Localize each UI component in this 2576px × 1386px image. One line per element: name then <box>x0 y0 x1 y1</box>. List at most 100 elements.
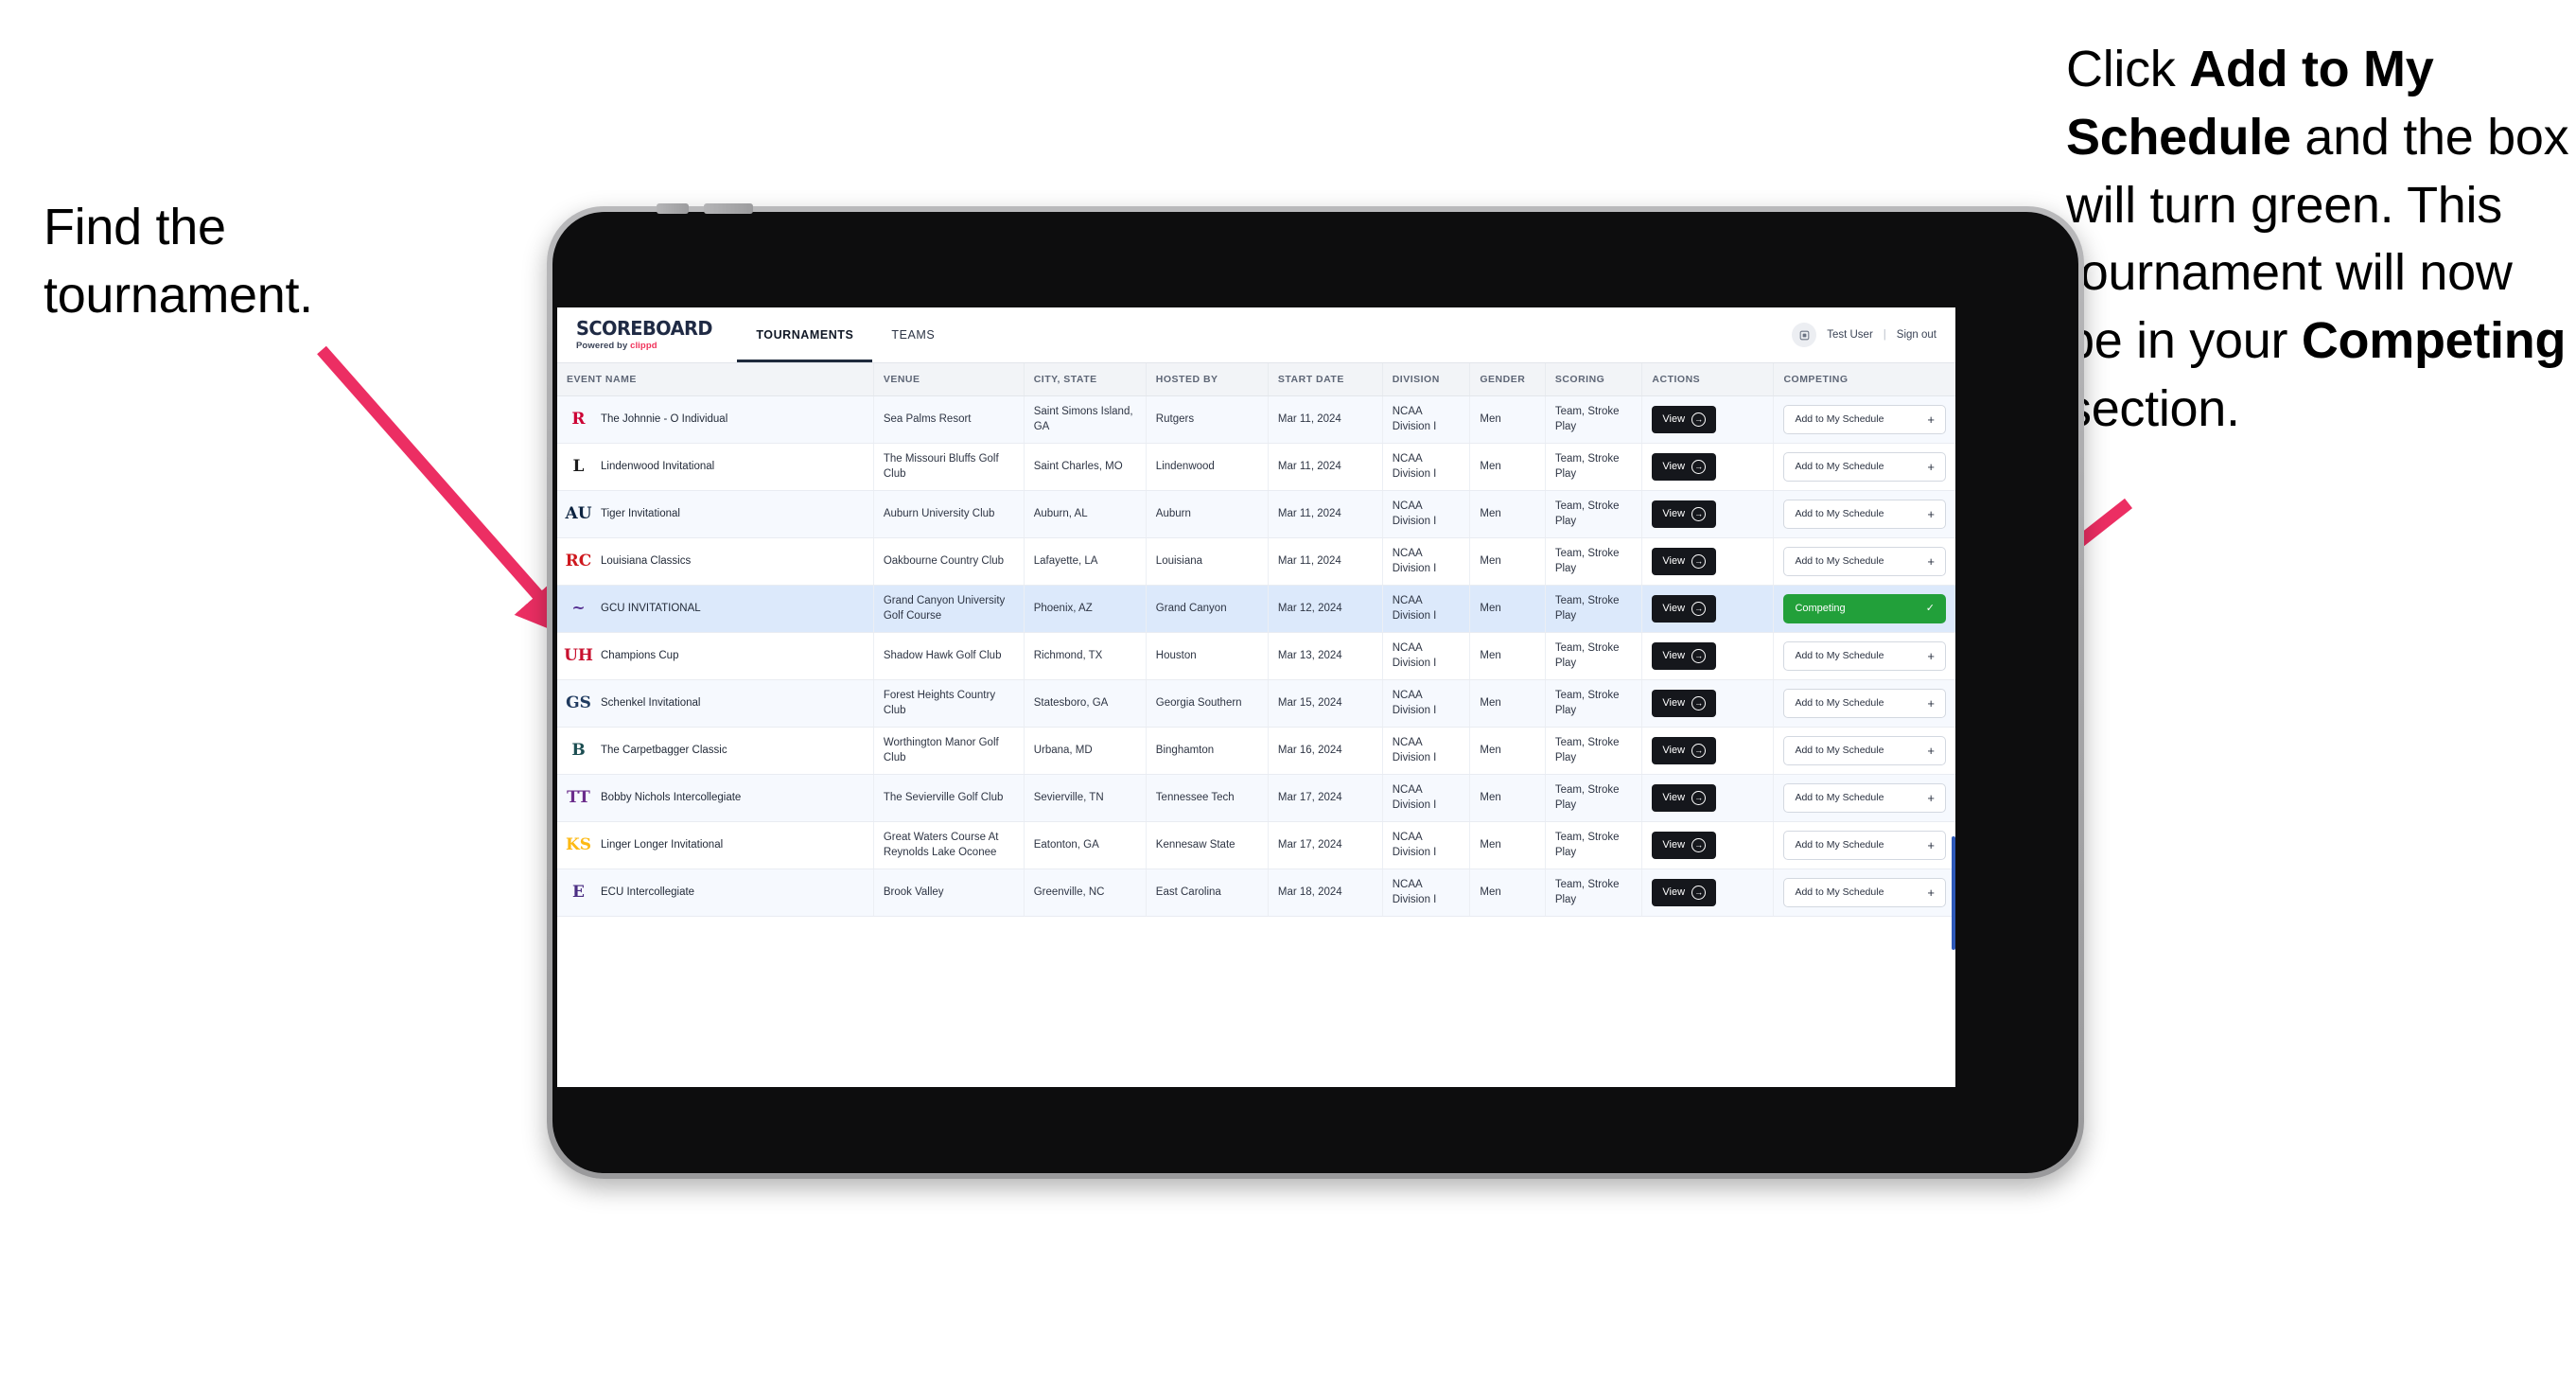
team-logo-icon: R <box>571 410 586 429</box>
user-name[interactable]: Test User <box>1827 329 1873 341</box>
cell-division: NCAA Division I <box>1382 443 1471 491</box>
cell-competing: Add to My Schedule + <box>1773 395 1955 444</box>
table-row[interactable]: KS Linger Longer Invitational Great Waters… <box>557 821 1955 869</box>
cell-hosted-by: Lindenwood <box>1146 443 1269 491</box>
table-row[interactable]: B The Carpetbagger Classic Worthington Man… <box>557 727 1955 775</box>
cell-start-date: Mar 11, 2024 <box>1268 537 1383 586</box>
view-button[interactable]: View → <box>1652 737 1717 764</box>
cell-event-name: ~ GCU INVITATIONAL <box>557 585 874 633</box>
cell-actions: View → <box>1641 679 1775 728</box>
cell-division: NCAA Division I <box>1382 727 1471 775</box>
table-row[interactable]: AU Tiger Invitational Auburn University Cl… <box>557 490 1955 538</box>
cell-start-date: Mar 11, 2024 <box>1268 395 1383 444</box>
cell-event-name: KS Linger Longer Invitational <box>557 821 874 869</box>
table-row[interactable]: E ECU Intercollegiate Brook Valley Greenvil… <box>557 868 1955 917</box>
brand-logo[interactable]: SCOREBOARD Powered by clippd <box>557 307 737 362</box>
arrow-right-circle-icon: → <box>1691 744 1707 758</box>
user-badge-icon[interactable] <box>1792 323 1817 347</box>
add-to-my-schedule-button[interactable]: Add to My Schedule + <box>1783 500 1946 529</box>
brand-clippd-name: clippd <box>630 341 657 351</box>
add-to-my-schedule-button[interactable]: Add to My Schedule + <box>1783 452 1946 482</box>
table-row[interactable]: TT Bobby Nichols Intercollegiate The Sevie… <box>557 774 1955 822</box>
table-row[interactable]: GS Schenkel Invitational Forest Heights Co… <box>557 679 1955 728</box>
event-name-label: The Carpetbagger Classic <box>601 744 727 756</box>
column-header-city-state[interactable]: CITY, STATE <box>1024 363 1147 396</box>
cell-division: NCAA Division I <box>1382 490 1471 538</box>
view-button[interactable]: View → <box>1652 406 1717 433</box>
app-screen: SCOREBOARD Powered by clippd TOURNAMENTS… <box>557 307 1955 1087</box>
view-button-label: View <box>1662 603 1686 614</box>
table-row[interactable]: R The Johnnie - O Individual Sea Palms Res… <box>557 395 1955 444</box>
table-row[interactable]: ~ GCU INVITATIONAL Grand Canyon University… <box>557 585 1955 633</box>
vertical-scrollbar[interactable] <box>1952 836 1955 950</box>
add-to-my-schedule-button[interactable]: Add to My Schedule + <box>1783 878 1946 907</box>
column-header-gender[interactable]: GENDER <box>1469 363 1546 396</box>
cell-scoring: Team, Stroke Play <box>1545 821 1643 869</box>
cell-gender: Men <box>1469 585 1546 633</box>
add-to-my-schedule-button[interactable]: Add to My Schedule + <box>1783 689 1946 718</box>
tab-teams[interactable]: TEAMS <box>872 307 954 362</box>
table-header-row: EVENT NAME VENUE CITY, STATE HOSTED BY S… <box>557 363 1955 396</box>
table-row[interactable]: UH Champions Cup Shadow Hawk Golf Club Rich… <box>557 632 1955 680</box>
table-row[interactable]: RC Louisiana Classics Oakbourne Country Cl… <box>557 537 1955 586</box>
column-header-hosted-by[interactable]: HOSTED BY <box>1146 363 1269 396</box>
annotation-find-tournament: Find the tournament. <box>44 194 450 330</box>
cell-actions: View → <box>1641 821 1775 869</box>
annotation-right-segment-3: Competing <box>2301 312 2567 370</box>
arrow-right-circle-icon: → <box>1691 886 1707 900</box>
event-name-label: The Johnnie - O Individual <box>601 412 728 425</box>
cell-division: NCAA Division I <box>1382 774 1471 822</box>
view-button[interactable]: View → <box>1652 500 1717 528</box>
team-logo-icon: B <box>571 741 586 760</box>
column-header-venue[interactable]: VENUE <box>873 363 1025 396</box>
cell-event-name: TT Bobby Nichols Intercollegiate <box>557 774 874 822</box>
view-button[interactable]: View → <box>1652 784 1717 812</box>
add-to-my-schedule-label: Add to My Schedule <box>1795 745 1884 757</box>
column-header-competing[interactable]: COMPETING <box>1773 363 1955 396</box>
add-to-my-schedule-button[interactable]: Add to My Schedule + <box>1783 831 1946 860</box>
add-to-my-schedule-button[interactable]: Add to My Schedule + <box>1783 547 1946 576</box>
view-button[interactable]: View → <box>1652 453 1717 481</box>
column-header-event-name[interactable]: EVENT NAME <box>557 363 874 396</box>
add-to-my-schedule-button[interactable]: Add to My Schedule + <box>1783 641 1946 671</box>
add-to-my-schedule-label: Add to My Schedule <box>1795 697 1884 710</box>
view-button-label: View <box>1662 650 1686 661</box>
annotation-right-segment-0: Click <box>2066 41 2190 97</box>
add-to-my-schedule-button[interactable]: Add to My Schedule + <box>1783 405 1946 434</box>
tab-tournaments[interactable]: TOURNAMENTS <box>737 307 873 362</box>
add-to-my-schedule-button[interactable]: Add to My Schedule + <box>1783 783 1946 813</box>
arrow-right-circle-icon: → <box>1691 460 1707 474</box>
cell-gender: Men <box>1469 443 1546 491</box>
column-header-start-date[interactable]: START DATE <box>1268 363 1383 396</box>
team-logo-icon: UH <box>564 646 593 665</box>
team-logo-icon: GS <box>566 693 591 712</box>
power-button[interactable] <box>657 203 689 214</box>
cell-hosted-by: Georgia Southern <box>1146 679 1269 728</box>
add-to-my-schedule-button[interactable]: Add to My Schedule + <box>1783 736 1946 765</box>
column-header-division[interactable]: DIVISION <box>1382 363 1471 396</box>
volume-button[interactable] <box>704 203 753 214</box>
cell-city-state: Sevierville, TN <box>1024 774 1147 822</box>
view-button[interactable]: View → <box>1652 690 1717 717</box>
view-button[interactable]: View → <box>1652 879 1717 906</box>
plus-icon: + <box>1927 744 1935 758</box>
column-header-scoring[interactable]: SCORING <box>1545 363 1643 396</box>
sign-out-link[interactable]: Sign out <box>1897 329 1936 341</box>
view-button[interactable]: View → <box>1652 642 1717 670</box>
view-button-label: View <box>1662 508 1686 519</box>
cell-venue: Forest Heights Country Club <box>873 679 1025 728</box>
cell-start-date: Mar 18, 2024 <box>1268 868 1383 917</box>
view-button[interactable]: View → <box>1652 595 1717 623</box>
add-to-my-schedule-label: Add to My Schedule <box>1795 461 1884 473</box>
column-header-actions[interactable]: ACTIONS <box>1641 363 1775 396</box>
tablet-screen-bezel: SCOREBOARD Powered by clippd TOURNAMENTS… <box>552 203 2078 1173</box>
tournaments-table-scroll[interactable]: EVENT NAME VENUE CITY, STATE HOSTED BY S… <box>557 363 1955 1087</box>
event-name-label: Linger Longer Invitational <box>601 838 724 851</box>
view-button[interactable]: View → <box>1652 832 1717 859</box>
add-to-my-schedule-label: Add to My Schedule <box>1795 839 1884 851</box>
view-button-label: View <box>1662 555 1686 567</box>
brand-title: SCOREBOARD <box>576 317 712 340</box>
table-row[interactable]: L Lindenwood Invitational The Missouri Blu… <box>557 443 1955 491</box>
view-button[interactable]: View → <box>1652 548 1717 575</box>
competing-badge-button[interactable]: Competing ✓ <box>1783 594 1946 623</box>
